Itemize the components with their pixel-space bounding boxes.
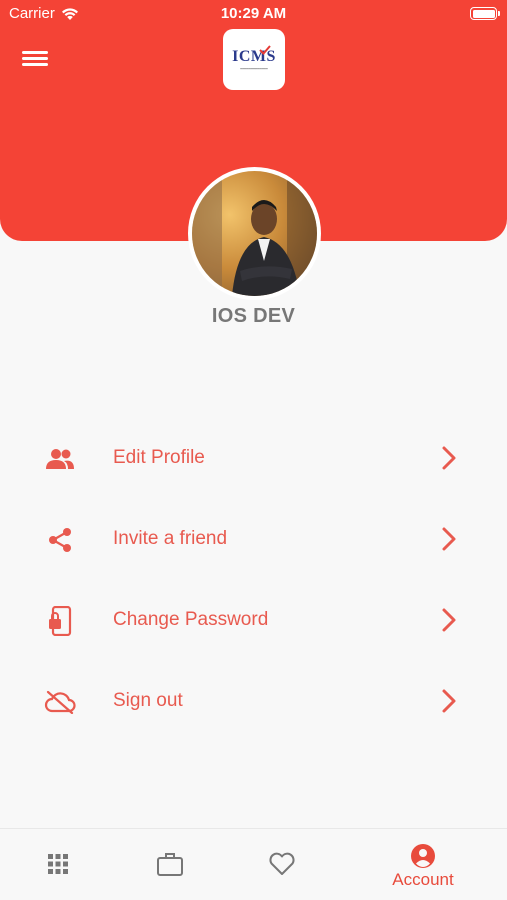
phone-lock-icon xyxy=(44,606,76,636)
menu-item-edit-profile[interactable]: Edit Profile xyxy=(0,418,507,499)
tab-favorites[interactable] xyxy=(262,829,302,900)
menu-item-label: Sign out xyxy=(113,690,183,711)
briefcase-icon xyxy=(157,853,183,876)
status-time: 10:29 AM xyxy=(220,5,287,22)
menu-item-label: Edit Profile xyxy=(113,447,205,468)
person-silhouette-icon xyxy=(192,171,317,296)
hamburger-menu-button[interactable] xyxy=(22,48,48,70)
chevron-right-icon xyxy=(442,446,456,470)
menu-item-sign-out[interactable]: Sign out xyxy=(0,661,507,742)
battery-icon xyxy=(470,7,500,20)
menu-item-change-password[interactable]: Change Password xyxy=(0,580,507,661)
logo-check-icon xyxy=(259,45,271,55)
username: IOS DEV xyxy=(211,305,296,327)
tab-briefcase[interactable] xyxy=(150,829,190,900)
icms-logo: ICMS ━━━━━━━━━━━━━ xyxy=(223,29,285,90)
chevron-right-icon xyxy=(442,608,456,632)
bottom-tab-bar: Account xyxy=(0,828,507,900)
chevron-right-icon xyxy=(442,527,456,551)
account-icon xyxy=(411,844,435,868)
people-icon xyxy=(44,444,76,474)
heart-icon xyxy=(269,852,295,875)
grid-icon xyxy=(48,854,68,874)
tab-account[interactable]: Account xyxy=(382,829,464,900)
cloud-off-icon xyxy=(44,687,76,717)
avatar-photo xyxy=(192,171,317,296)
menu-item-label: Change Password xyxy=(113,609,269,630)
chevron-right-icon xyxy=(442,689,456,713)
status-bar: Carrier 10:29 AM xyxy=(0,0,507,28)
tab-grid[interactable] xyxy=(38,829,78,900)
avatar[interactable] xyxy=(188,167,321,300)
menu-item-invite-friend[interactable]: Invite a friend xyxy=(0,499,507,580)
tab-account-label: Account xyxy=(392,870,454,889)
profile-menu-list: Edit Profile Invite a friend Change Pass… xyxy=(0,418,507,742)
menu-item-label: Invite a friend xyxy=(113,528,228,549)
share-icon xyxy=(44,525,76,555)
